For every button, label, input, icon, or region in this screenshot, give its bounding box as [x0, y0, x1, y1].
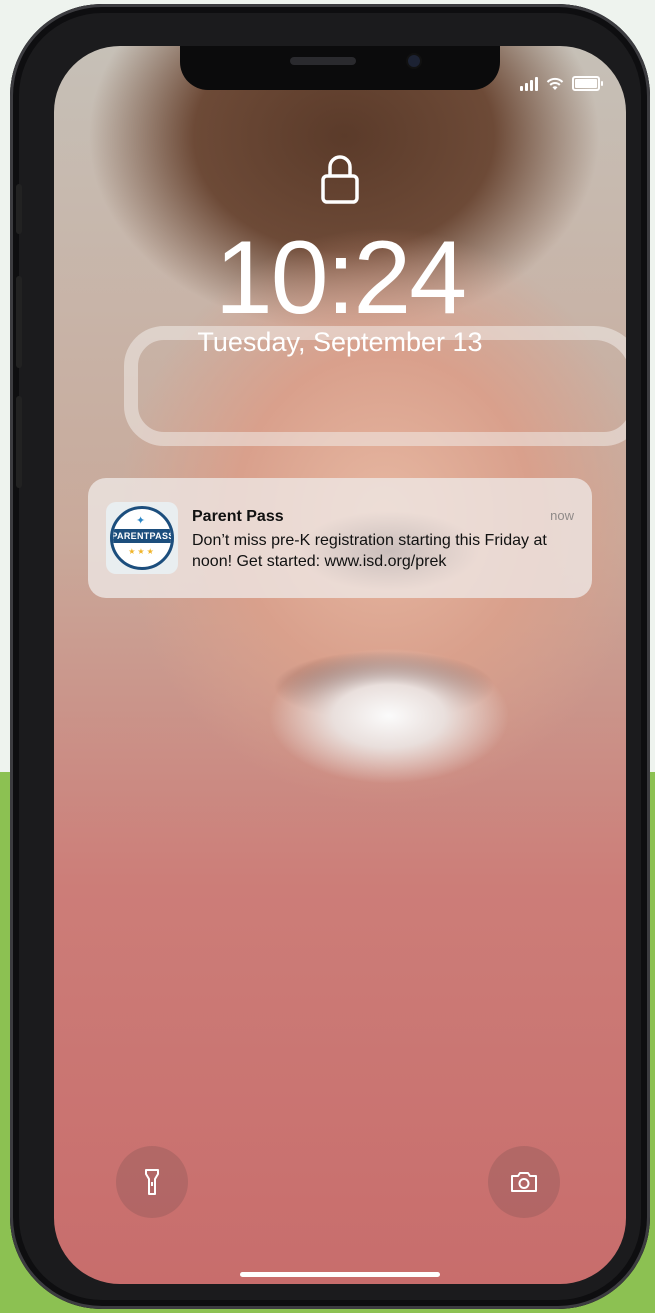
lock-icon [321, 155, 359, 204]
lock-screen: 10:24 Tuesday, September 13 ✦ PARENTPASS… [54, 46, 626, 1284]
notification-app-name: Parent Pass [192, 508, 284, 525]
volume-up-button [16, 276, 22, 368]
volume-down-button [16, 396, 22, 488]
flashlight-button[interactable] [116, 1146, 188, 1218]
earpiece-speaker [290, 57, 356, 65]
lock-screen-time: 10:24 [214, 220, 467, 336]
parent-pass-app-icon: ✦ PARENTPASS ★★★ [106, 502, 178, 574]
front-camera [408, 55, 420, 67]
status-bar [520, 76, 603, 91]
notification-message: Don’t miss pre-K registration starting t… [192, 532, 547, 570]
star-dots-icon: ★★★ [128, 547, 156, 556]
camera-icon [511, 1172, 537, 1192]
flashlight-icon [145, 1169, 159, 1195]
lock-screen-date: Tuesday, September 13 [197, 327, 483, 357]
app-icon-text: PARENTPASS [111, 529, 174, 543]
camera-button[interactable] [488, 1146, 560, 1218]
notification-card[interactable]: ✦ PARENTPASS ★★★ Parent Pass now Don’t m… [88, 478, 592, 598]
notification-time: now [550, 508, 574, 523]
graduation-cap-icon: ✦ [136, 515, 146, 527]
cellular-signal-icon [520, 76, 538, 91]
mute-switch [16, 184, 22, 234]
notch [180, 46, 500, 90]
wifi-icon [546, 77, 564, 90]
home-indicator[interactable] [240, 1272, 440, 1277]
parent-pass-logo: ✦ PARENTPASS ★★★ [110, 506, 174, 570]
battery-icon [572, 76, 603, 91]
